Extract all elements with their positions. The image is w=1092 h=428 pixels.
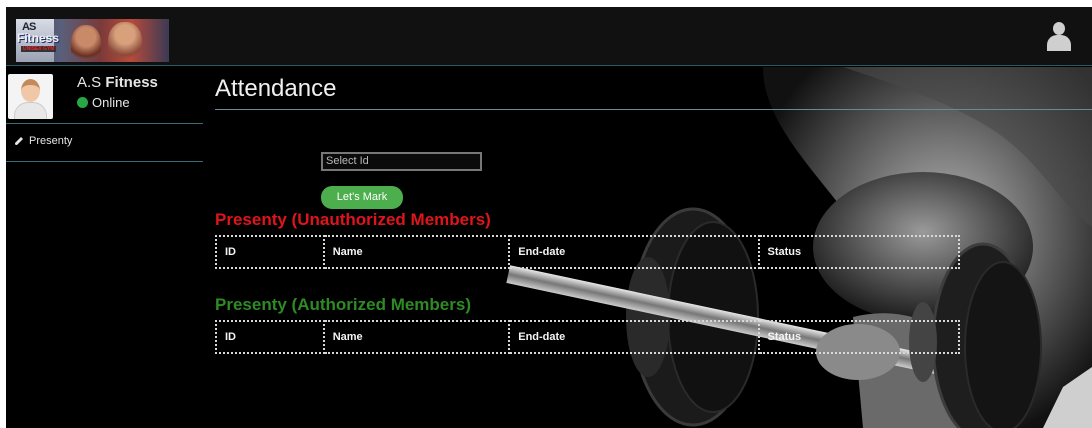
profile-name-bold: Fitness: [105, 74, 158, 91]
column-header-status[interactable]: Status: [757, 235, 960, 269]
main-content: Attendance Select Id Let's Mark Presenty…: [203, 67, 1092, 428]
title-divider: [215, 109, 1092, 110]
sidebar: A.S Fitness Online Presenty: [6, 67, 203, 428]
online-status-dot-icon: [77, 97, 88, 108]
page-title: Attendance: [215, 75, 337, 102]
logo-sub-text: UNISEX GYM: [21, 46, 57, 52]
table-header-row: ID Name End-date Status: [215, 320, 960, 354]
user-icon[interactable]: [1045, 22, 1073, 52]
unauthorized-section-title: Presenty (Unauthorized Members): [215, 210, 491, 229]
pencil-icon: [15, 137, 23, 145]
profile-name-prefix: A.S: [77, 74, 102, 91]
column-header-end-date[interactable]: End-date: [508, 235, 760, 269]
gym-logo[interactable]: AS Fitness UNISEX GYM: [16, 19, 169, 62]
unauthorized-members-table: ID Name End-date Status: [215, 235, 960, 269]
table-header-row: ID Name End-date Status: [215, 235, 960, 269]
column-header-id[interactable]: ID: [215, 235, 325, 269]
authorized-members-table: ID Name End-date Status: [215, 320, 960, 354]
select-id-dropdown[interactable]: Select Id: [321, 152, 482, 171]
sidebar-item-label: Presenty: [29, 135, 73, 147]
user-profile-panel: A.S Fitness Online: [6, 67, 203, 124]
app-window: AS Fitness UNISEX GYM A.S Fitness Online: [6, 7, 1092, 428]
logo-athlete-figure: [71, 25, 101, 62]
sidebar-item-presenty[interactable]: Presenty: [6, 135, 203, 162]
column-header-name[interactable]: Name: [322, 235, 511, 269]
profile-name: A.S Fitness: [77, 74, 158, 91]
profile-status-label: Online: [92, 95, 130, 110]
authorized-section-title: Presenty (Authorized Members): [215, 295, 471, 314]
logo-athlete-figure: [108, 22, 142, 62]
column-header-name[interactable]: Name: [322, 320, 511, 354]
column-header-end-date[interactable]: End-date: [508, 320, 760, 354]
lets-mark-button[interactable]: Let's Mark: [321, 186, 403, 209]
avatar: [8, 74, 53, 119]
profile-status: Online: [77, 95, 130, 110]
top-bar: AS Fitness UNISEX GYM: [6, 7, 1092, 66]
column-header-status[interactable]: Status: [757, 320, 960, 354]
column-header-id[interactable]: ID: [215, 320, 325, 354]
logo-brand-text: Fitness: [17, 31, 60, 45]
